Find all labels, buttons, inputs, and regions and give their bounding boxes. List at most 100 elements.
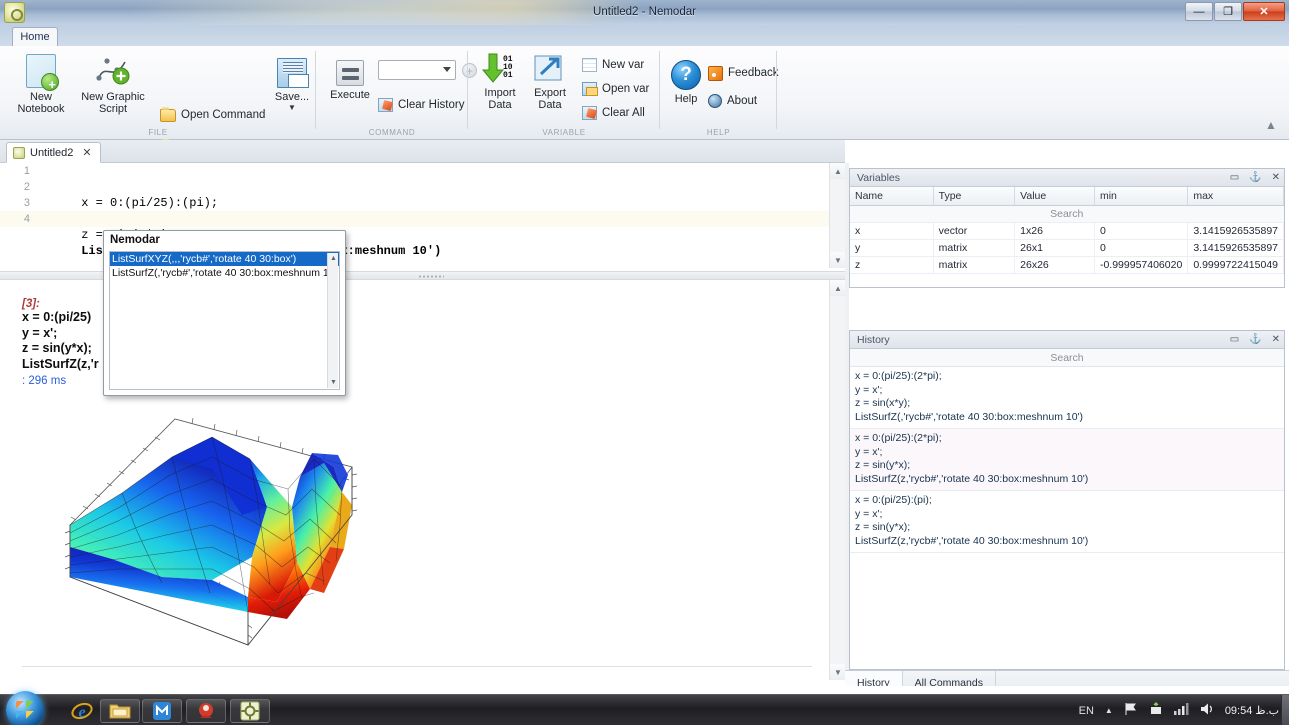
chevron-down-icon[interactable] [443,67,451,72]
code-line[interactable]: 3 z = sin(y*x); [0,195,845,211]
cell-max: 3.1415926535897 [1188,240,1284,257]
column-header-name[interactable]: Name [850,187,933,206]
code-line[interactable]: 1 x = 0:(pi/25):(pi); [0,163,845,179]
close-icon[interactable]: ✕ [1272,331,1280,349]
new-graphic-script-button[interactable]: New Graphic Script [72,50,154,120]
history-entry[interactable]: x = 0:(pi/25):(pi); y = x'; z = sin(y*x)… [850,491,1284,553]
nemodar-app-icon[interactable] [230,699,270,723]
autocomplete-scrollbar[interactable]: ▲ ▼ [327,253,338,388]
ribbon-tab-strip: Home [0,25,1289,47]
tray-language-label[interactable]: EN [1079,705,1094,717]
pin-icon[interactable]: ⚓ [1249,331,1261,349]
line-number: 4 [0,211,30,227]
notebook-cell: [3]: x = 0:(pi/25) y = x'; z = sin(y*x);… [22,298,99,387]
surface-plot[interactable] [62,397,362,665]
open-command-label: Open Command [181,109,265,121]
show-hidden-icons-icon[interactable]: ▲ [1105,706,1113,715]
cell-min: -0.999957406020 [1094,257,1187,274]
column-header-type[interactable]: Type [933,187,1015,206]
column-header-max[interactable]: max [1188,187,1284,206]
history-panel-title-bar: History ▭ ⚓ ✕ [850,331,1284,349]
open-var-button[interactable]: Open var [582,78,649,100]
table-row[interactable]: y matrix 26x1 0 3.1415926535897 [850,240,1284,257]
maximize-button[interactable]: ❐ [1214,2,1242,21]
cell-type: matrix [933,240,1015,257]
restore-icon[interactable]: ▭ [1230,169,1239,187]
scroll-down-icon[interactable]: ▼ [830,664,846,680]
document-tab-untitled2[interactable]: Untitled2 ✕ [6,142,101,163]
close-button[interactable]: ✕ [1243,2,1285,21]
title-bar: Untitled2 - Nemodar — ❐ ✕ [0,0,1289,25]
history-entry[interactable]: x = 0:(pi/25):(2*pi); y = x'; z = sin(y*… [850,429,1284,491]
autocomplete-list[interactable]: ListSurfXYZ(,,,'rycb#','rotate 40 30:box… [109,251,340,390]
editor-scrollbar[interactable]: ▲ ▼ [829,163,845,268]
new-var-button[interactable]: New var [582,54,644,76]
save-icon [277,58,307,88]
feedback-button[interactable]: Feedback [708,62,779,84]
scroll-up-icon[interactable]: ▲ [328,253,339,264]
scroll-down-icon[interactable]: ▼ [328,377,339,388]
volume-speaker-icon[interactable] [1200,702,1214,719]
document-tab-icon [13,147,25,159]
pin-icon[interactable]: ⚓ [1249,169,1261,187]
new-notebook-button[interactable]: New Notebook [4,50,78,120]
cell-code-line: x = 0:(pi/25) [22,310,99,326]
open-command-button[interactable]: Open Command [160,104,265,126]
execute-button[interactable]: Execute [324,50,376,120]
history-search-input[interactable]: Search [850,349,1284,367]
clear-history-button[interactable]: Clear History [378,94,464,116]
save-button[interactable]: Save... ▼ [264,50,320,120]
action-center-flag-icon[interactable] [1124,702,1138,719]
variables-search-row[interactable]: Search [850,206,1284,223]
save-dropdown-chevron-icon[interactable]: ▼ [288,102,296,114]
feedback-icon [708,66,723,81]
internet-explorer-icon[interactable]: e [62,699,102,723]
taskbar-clock[interactable]: 09:54 ب.ظ [1225,704,1279,717]
windows-start-icon[interactable] [6,691,44,725]
command-combo-input[interactable] [378,60,456,80]
maxthon-browser-icon[interactable] [142,699,182,723]
autocomplete-item[interactable]: ListSurfXYZ(,,,'rycb#','rotate 40 30:box… [110,252,339,266]
restore-icon[interactable]: ▭ [1230,331,1239,349]
autocomplete-title: Nemodar [104,231,345,248]
minimize-button[interactable]: — [1185,2,1213,21]
help-button[interactable]: Help [662,50,710,120]
close-icon[interactable]: ✕ [1272,169,1280,187]
code-line[interactable]: 2 y = x'; [0,179,845,195]
history-panel-controls: ▭ ⚓ ✕ [1230,331,1280,349]
autocomplete-popup[interactable]: Nemodar ListSurfXYZ(,,,'rycb#','rotate 4… [103,230,346,396]
safely-remove-hardware-icon[interactable] [1149,702,1163,719]
ribbon: New Notebook New Graphic Script [0,46,1289,140]
close-icon[interactable]: ✕ [82,146,91,159]
red-app-icon[interactable] [186,699,226,723]
import-label-1: Import [484,87,515,99]
help-icon [671,60,701,90]
table-row[interactable]: x vector 1x26 0 3.1415926535897 [850,223,1284,240]
variables-search-placeholder[interactable]: Search [850,206,1284,223]
file-explorer-icon[interactable] [100,699,140,723]
history-list[interactable]: Search x = 0:(pi/25):(2*pi); y = x'; z =… [850,349,1284,669]
code-line[interactable]: 4 ListSurfZ(z,'rycb#','rotate 40 30:box:… [0,211,845,227]
show-desktop-button[interactable] [1281,695,1289,725]
clear-all-button[interactable]: Clear All [582,102,645,124]
ribbon-group-file: New Notebook New Graphic Script [0,46,316,140]
scroll-up-icon[interactable]: ▲ [830,280,846,296]
new-graphic-label-2: Script [99,103,127,115]
ribbon-group-label-file: FILE [0,128,316,137]
column-header-min[interactable]: min [1094,187,1187,206]
chevron-up-icon[interactable]: ▲ [1263,118,1279,132]
help-label: Help [675,93,698,105]
network-signal-icon[interactable] [1174,703,1189,718]
scroll-down-icon[interactable]: ▼ [830,252,846,268]
autocomplete-item[interactable]: ListSurfZ(,'rycb#','rotate 40 30:box:mes… [110,266,339,280]
about-button[interactable]: About [708,90,757,112]
svg-text:01: 01 [503,71,513,80]
notebook-scrollbar[interactable]: ▲ ▼ [829,280,845,680]
tab-home[interactable]: Home [12,27,58,47]
table-row[interactable]: z matrix 26x26 -0.999957406020 0.9999722… [850,257,1284,274]
history-entry[interactable]: x = 0:(pi/25):(2*pi); y = x'; z = sin(x*… [850,367,1284,429]
export-data-button[interactable]: Export Data [524,50,576,120]
scroll-up-icon[interactable]: ▲ [830,163,846,179]
import-data-button[interactable]: 01 10 01 Import Data [474,50,526,120]
column-header-value[interactable]: Value [1015,187,1095,206]
